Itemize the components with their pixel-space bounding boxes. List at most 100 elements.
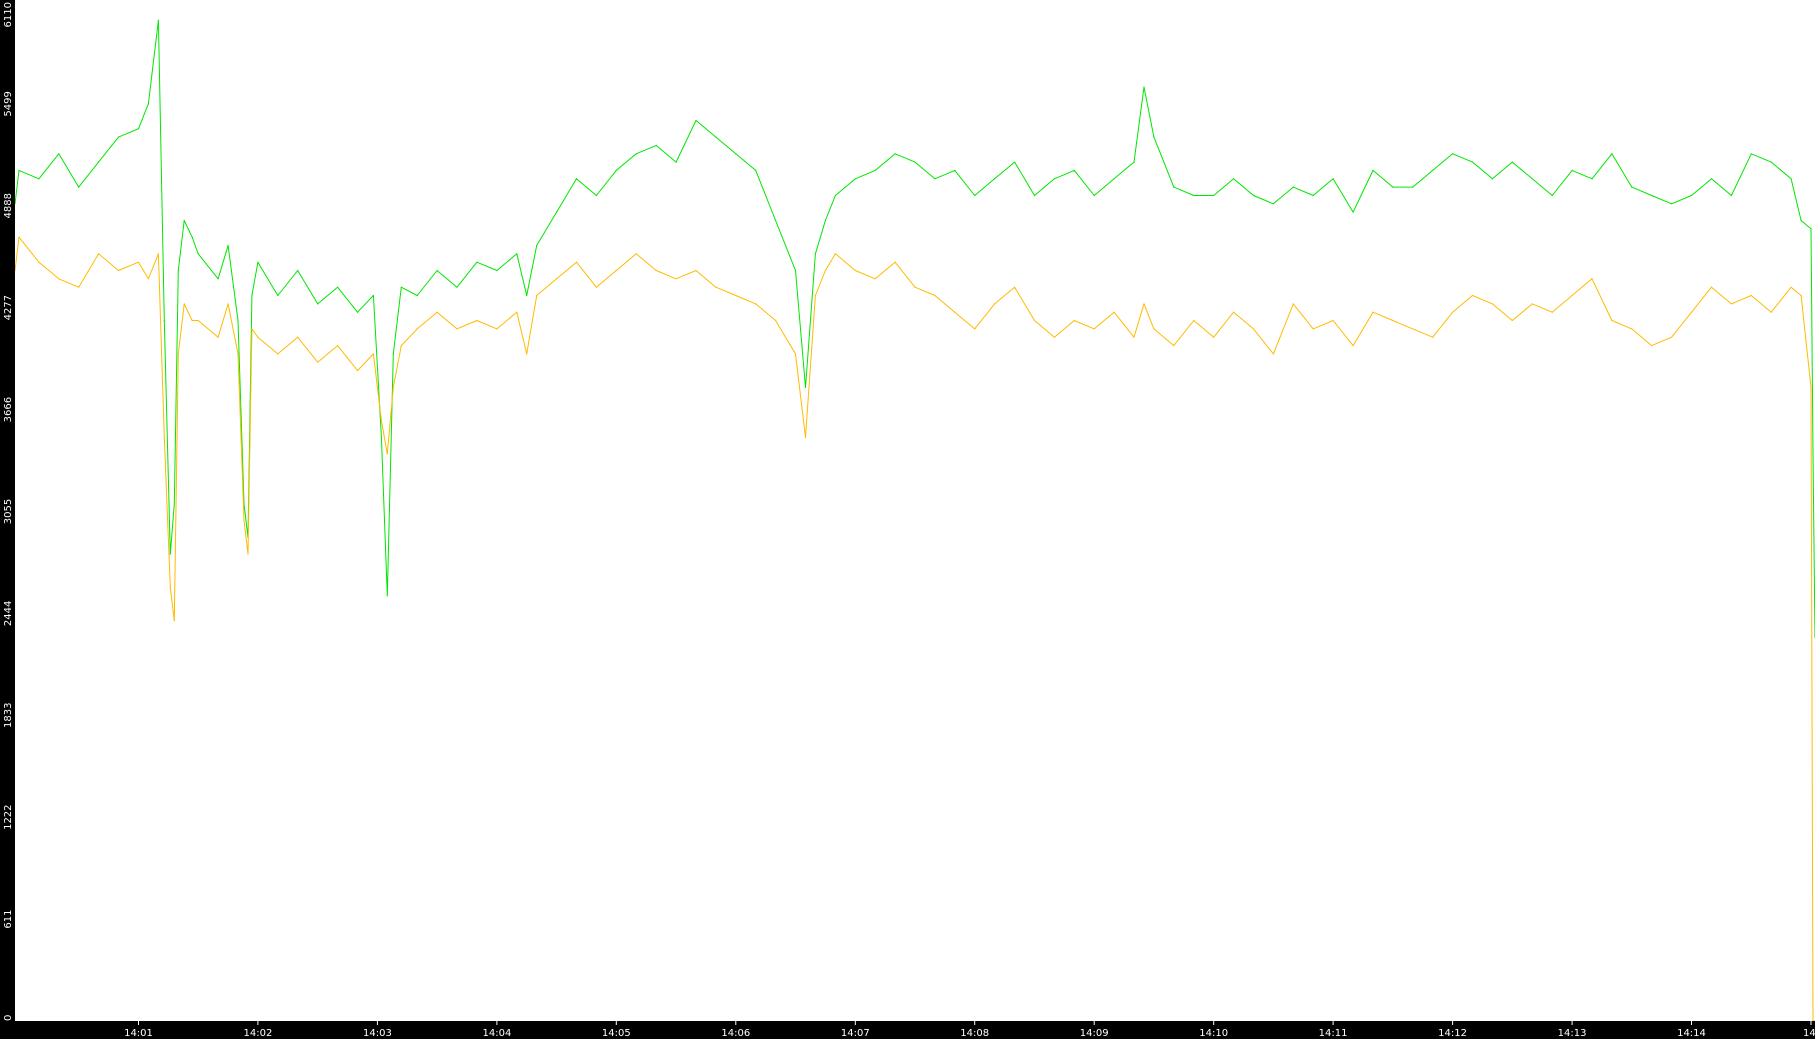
- data-point: [1392, 319, 1394, 322]
- data-point: [615, 169, 617, 171]
- data-point: [1073, 169, 1075, 171]
- data-point: [183, 219, 185, 222]
- data-point: [1750, 294, 1752, 297]
- data-point: [147, 278, 149, 280]
- data-point: [595, 286, 598, 288]
- data-point: [18, 236, 20, 238]
- data-point: [1690, 194, 1693, 197]
- data-point: [436, 311, 438, 313]
- data-point: [1073, 319, 1075, 322]
- data-point: [974, 328, 976, 330]
- data-point: [1193, 194, 1195, 197]
- data-point: [794, 269, 797, 272]
- data-point: [1432, 169, 1434, 171]
- y-tick-label: 5499: [3, 91, 14, 116]
- data-point: [436, 269, 438, 272]
- data-point: [1053, 178, 1055, 180]
- data-point: [1412, 186, 1414, 188]
- x-tick-label: 14:12: [1438, 1028, 1467, 1039]
- x-tick-label: 14:10: [1199, 1028, 1228, 1039]
- data-point: [1671, 336, 1673, 338]
- data-point: [775, 219, 777, 222]
- data-point: [874, 169, 876, 171]
- data-point: [516, 253, 518, 255]
- data-point: [227, 303, 229, 305]
- data-point: [98, 253, 100, 255]
- data-point: [476, 261, 478, 263]
- data-point: [18, 169, 20, 171]
- x-tick-label: 14:02: [243, 1028, 272, 1039]
- x-tick-label: 14:07: [841, 1028, 870, 1039]
- x-tick-label: 14:04: [482, 1028, 511, 1039]
- data-point: [1014, 286, 1016, 288]
- data-point: [257, 336, 259, 338]
- data-point: [58, 278, 60, 280]
- data-point: [173, 620, 175, 622]
- data-point: [1252, 194, 1255, 197]
- data-point: [1491, 178, 1493, 180]
- data-point: [775, 319, 777, 322]
- data-point: [277, 353, 279, 355]
- data-point: [1591, 278, 1593, 280]
- data-point: [874, 278, 876, 280]
- data-point: [1153, 328, 1155, 330]
- data-point: [794, 353, 797, 355]
- data-point: [1213, 336, 1215, 338]
- data-point: [137, 261, 140, 263]
- data-point: [954, 311, 956, 313]
- data-point: [1312, 328, 1314, 330]
- data-point: [496, 269, 498, 272]
- data-point: [177, 269, 179, 272]
- data-point: [1133, 336, 1135, 338]
- data-point: [1332, 178, 1334, 180]
- data-point: [243, 520, 245, 522]
- data-point: [157, 19, 159, 21]
- data-point: [675, 161, 677, 163]
- data-point: [675, 278, 677, 280]
- y-tick-label: 1833: [3, 703, 14, 728]
- data-point: [1412, 328, 1414, 330]
- data-point: [1173, 345, 1175, 347]
- data-point: [1392, 186, 1394, 188]
- data-point: [575, 261, 578, 263]
- data-point: [1810, 386, 1812, 388]
- data-point: [380, 436, 382, 438]
- data-point: [197, 253, 199, 255]
- data-point: [177, 353, 179, 355]
- data-point: [1452, 153, 1454, 155]
- data-point: [804, 436, 807, 438]
- data-point: [137, 128, 140, 130]
- data-point: [78, 186, 80, 188]
- data-point: [954, 169, 956, 171]
- data-point: [1571, 294, 1573, 297]
- data-point: [251, 294, 253, 297]
- data-point: [536, 294, 538, 297]
- data-point: [1631, 328, 1633, 330]
- data-point: [163, 319, 165, 322]
- y-tick-label: 4277: [3, 295, 14, 320]
- data-point: [1710, 286, 1713, 288]
- data-point: [814, 294, 817, 297]
- data-point: [1710, 178, 1713, 180]
- data-point: [356, 370, 359, 372]
- data-point: [251, 328, 253, 330]
- data-point: [1332, 319, 1334, 322]
- data-point: [834, 194, 837, 197]
- data-point: [1511, 319, 1513, 322]
- data-point: [380, 420, 382, 422]
- data-point: [183, 303, 185, 305]
- data-point: [635, 153, 637, 155]
- data-point: [934, 294, 936, 297]
- data-point: [169, 553, 171, 555]
- data-point: [1312, 194, 1314, 197]
- data-point: [1511, 161, 1513, 163]
- data-point: [98, 161, 100, 163]
- data-point: [1690, 311, 1693, 313]
- data-point: [1730, 303, 1732, 305]
- data-point: [735, 294, 737, 297]
- data-point: [526, 294, 528, 297]
- y-tick-label: 2444: [3, 601, 14, 626]
- data-point: [217, 336, 219, 338]
- data-point: [994, 178, 996, 180]
- data-point: [1531, 178, 1533, 180]
